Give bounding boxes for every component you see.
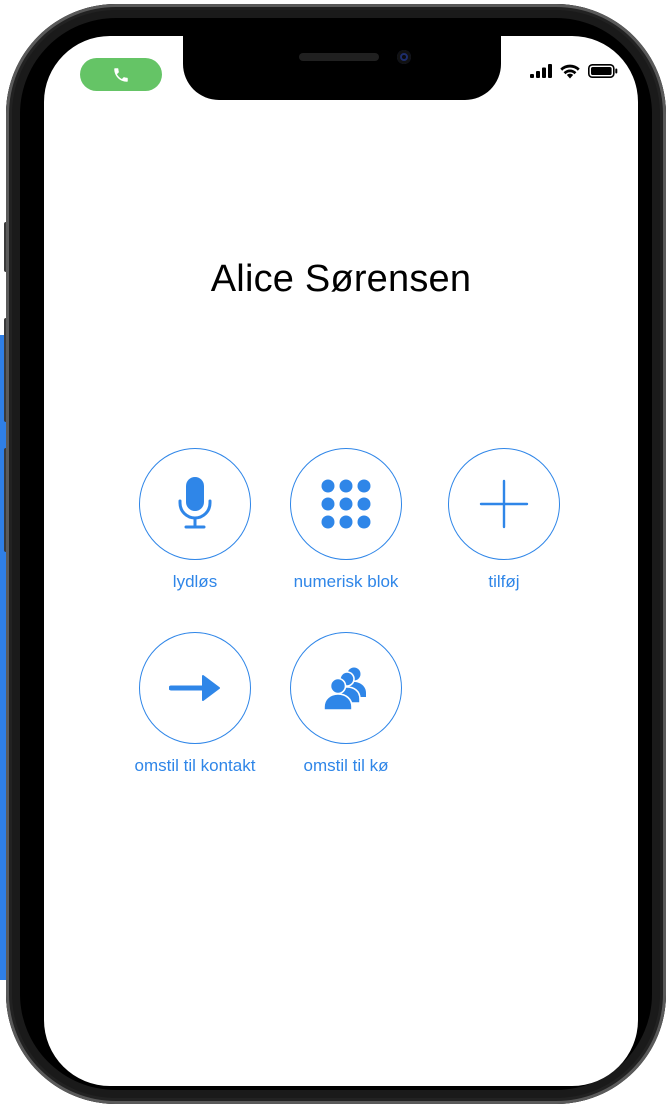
transfer-to-contact-button[interactable]: omstil til kontakt [115,632,275,776]
mute-button[interactable]: lydløs [115,448,275,592]
arrow-right-icon [169,675,220,701]
speaker-grille [299,53,379,61]
active-call-pill[interactable] [80,58,162,91]
keypad-label: numerisk blok [293,572,399,591]
keypad-button-circle[interactable] [290,448,402,560]
call-screen: Alice Sørensen lydløs numerisk blok tilf… [44,36,638,1086]
battery-icon [588,64,618,78]
add-call-button[interactable]: tilføj [424,448,584,592]
keypad-icon [321,479,371,529]
mute-button-circle[interactable] [139,448,251,560]
status-icons [530,63,618,79]
transfer-to-queue-button-circle[interactable] [290,632,402,744]
group-icon [323,667,366,711]
transfer-to-contact-label: omstil til kontakt [134,756,256,775]
phone-icon [114,67,128,82]
transfer-to-queue-label: omstil til kø [303,756,389,775]
cellular-signal-icon [530,64,552,78]
transfer-to-queue-button[interactable]: omstil til kø [266,632,426,776]
plus-icon [479,479,529,529]
add-call-button-circle[interactable] [448,448,560,560]
microphone-icon [178,477,212,529]
wifi-icon [560,64,580,79]
add-call-label: tilføj [488,572,520,591]
transfer-to-contact-button-circle[interactable] [139,632,251,744]
mute-label: lydløs [172,572,218,591]
keypad-button[interactable]: numerisk blok [266,448,426,592]
front-camera [397,50,411,64]
notch [183,36,501,100]
caller-name: Alice Sørensen [210,258,472,300]
